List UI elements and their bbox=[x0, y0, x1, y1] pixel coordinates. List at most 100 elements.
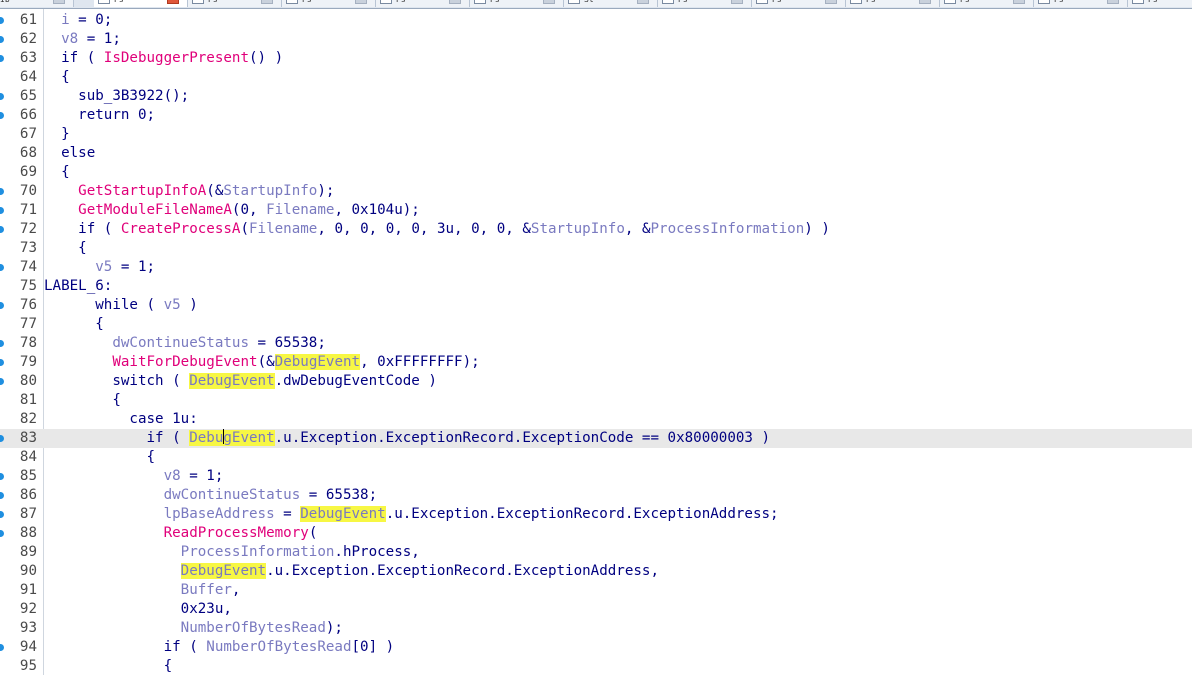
close-icon[interactable] bbox=[167, 0, 179, 4]
code-line[interactable]: 66 return 0; bbox=[0, 106, 1192, 125]
close-icon[interactable] bbox=[543, 0, 555, 4]
code-token: = 1; bbox=[112, 259, 156, 275]
tab-label: Ps bbox=[678, 0, 688, 4]
tab-6[interactable]: St bbox=[564, 0, 658, 7]
code-token: while ( bbox=[44, 297, 164, 313]
tab-10[interactable]: Ps bbox=[940, 0, 1034, 7]
pseudocode-tab-icon bbox=[756, 0, 768, 4]
tab-5[interactable]: Ps bbox=[470, 0, 564, 7]
code-line[interactable]: 95 { bbox=[0, 657, 1192, 676]
close-icon[interactable] bbox=[449, 0, 461, 4]
line-number: 75 bbox=[19, 278, 37, 294]
code-line[interactable]: 90 DebugEvent.u.Exception.ExceptionRecor… bbox=[0, 562, 1192, 581]
code-line[interactable]: 82 case 1u: bbox=[0, 410, 1192, 429]
close-icon[interactable] bbox=[731, 0, 743, 4]
code-line[interactable]: 89 ProcessInformation.hProcess, bbox=[0, 543, 1192, 562]
tab-9[interactable]: Ps bbox=[846, 0, 940, 7]
code-line[interactable]: 67 } bbox=[0, 125, 1192, 144]
code-line[interactable]: 85 v8 = 1; bbox=[0, 467, 1192, 486]
code-token: , & bbox=[624, 221, 651, 237]
code-line[interactable]: 70 GetStartupInfoA(&StartupInfo); bbox=[0, 182, 1192, 201]
code-line[interactable]: 87 lpBaseAddress = DebugEvent.u.Exceptio… bbox=[0, 505, 1192, 524]
function-token: IsDebuggerPresent bbox=[103, 50, 250, 66]
code-line[interactable]: 76 while ( v5 ) bbox=[0, 296, 1192, 315]
code-token: if ( bbox=[44, 430, 190, 446]
pseudocode-tab-icon bbox=[474, 0, 486, 4]
code-line[interactable]: 78 dwContinueStatus = 65538; bbox=[0, 334, 1192, 353]
tab-7[interactable]: Ps bbox=[658, 0, 752, 7]
tab-3[interactable]: Ps bbox=[282, 0, 376, 7]
code-line[interactable]: 65 sub_3B3922(); bbox=[0, 87, 1192, 106]
code-line[interactable]: 80 switch ( DebugEvent.dwDebugEventCode … bbox=[0, 372, 1192, 391]
code-text: lpBaseAddress = DebugEvent.u.Exception.E… bbox=[44, 505, 779, 524]
code-token: = bbox=[274, 506, 301, 522]
tab-label: St bbox=[584, 0, 594, 4]
close-icon[interactable] bbox=[637, 0, 649, 4]
close-icon[interactable] bbox=[261, 0, 273, 4]
code-token: = 0; bbox=[69, 12, 113, 28]
code-line[interactable]: 68 else bbox=[0, 144, 1192, 163]
code-line[interactable]: 77 { bbox=[0, 315, 1192, 334]
code-token: 0x23u, bbox=[44, 601, 232, 617]
code-line[interactable]: 69 { bbox=[0, 163, 1192, 182]
line-number: 68 bbox=[19, 145, 37, 161]
code-token: ); bbox=[317, 183, 335, 199]
code-line[interactable]: 86 dwContinueStatus = 65538; bbox=[0, 486, 1192, 505]
close-icon[interactable] bbox=[355, 0, 367, 4]
tab-8[interactable]: Ps bbox=[752, 0, 846, 7]
code-line[interactable]: 62 v8 = 1; bbox=[0, 30, 1192, 49]
code-line[interactable]: 92 0x23u, bbox=[0, 600, 1192, 619]
line-number: 79 bbox=[19, 354, 37, 370]
close-icon[interactable] bbox=[919, 0, 931, 4]
code-line[interactable]: 64 { bbox=[0, 68, 1192, 87]
identifier-token: v8 bbox=[61, 31, 79, 47]
code-line[interactable]: 72 if ( CreateProcessA(Filename, 0, 0, 0… bbox=[0, 220, 1192, 239]
line-number: 73 bbox=[19, 240, 37, 256]
code-line[interactable]: 73 { bbox=[0, 239, 1192, 258]
pseudocode-tab-icon bbox=[568, 0, 580, 4]
close-icon[interactable] bbox=[1013, 0, 1025, 4]
code-line[interactable]: 63 if ( IsDebuggerPresent() ) bbox=[0, 49, 1192, 68]
code-line[interactable]: 74 v5 = 1; bbox=[0, 258, 1192, 277]
close-icon[interactable] bbox=[825, 0, 837, 4]
tab-2[interactable]: Ps bbox=[188, 0, 282, 7]
code-line[interactable]: 79 WaitForDebugEvent(&DebugEvent, 0xFFFF… bbox=[0, 353, 1192, 372]
code-line[interactable]: 84 { bbox=[0, 448, 1192, 467]
identifier-token: v5 bbox=[163, 297, 181, 313]
code-line[interactable]: 81 { bbox=[0, 391, 1192, 410]
pseudocode-editor[interactable]: 61 i = 0; 62 v8 = 1; 63 if ( IsDebuggerPre… bbox=[0, 9, 1192, 675]
code-text: { bbox=[44, 163, 70, 182]
code-token: switch ( bbox=[44, 373, 190, 389]
code-line[interactable]: 88 ReadProcessMemory( bbox=[0, 524, 1192, 543]
close-icon[interactable] bbox=[1107, 0, 1119, 4]
tab-0[interactable]: Ib bbox=[0, 0, 74, 7]
close-icon[interactable] bbox=[53, 0, 65, 4]
tab-4[interactable]: Ps bbox=[376, 0, 470, 7]
code-token: return 0; bbox=[44, 107, 156, 123]
code-line[interactable]: 75 LABEL_6: bbox=[0, 277, 1192, 296]
code-token: .hProcess, bbox=[334, 544, 420, 560]
tab-label: Ps bbox=[1054, 0, 1064, 4]
code-line[interactable]: 71 GetModuleFileNameA(0, Filename, 0x104… bbox=[0, 201, 1192, 220]
line-number: 93 bbox=[19, 620, 37, 636]
tab-11[interactable]: Ps bbox=[1034, 0, 1128, 7]
highlighted-token: DebugEvent bbox=[274, 354, 361, 370]
line-number: 67 bbox=[19, 126, 37, 142]
tab-1[interactable]: Ps bbox=[94, 0, 188, 7]
line-number: 77 bbox=[19, 316, 37, 332]
tab-12[interactable]: Ps bbox=[1128, 0, 1192, 7]
code-line[interactable]: 93 NumberOfBytesRead); bbox=[0, 619, 1192, 638]
code-line[interactable]: 83 if ( DebugEvent.u.Exception.Exception… bbox=[0, 429, 1192, 448]
code-text: v5 = 1; bbox=[44, 258, 155, 277]
code-line[interactable]: 91 Buffer, bbox=[0, 581, 1192, 600]
line-number: 94 bbox=[19, 639, 37, 655]
line-number: 72 bbox=[19, 221, 37, 237]
code-text: v8 = 1; bbox=[44, 467, 224, 486]
code-text: if ( CreateProcessA(Filename, 0, 0, 0, 0… bbox=[44, 220, 830, 239]
code-text: GetStartupInfoA(&StartupInfo); bbox=[44, 182, 334, 201]
code-line[interactable]: 94 if ( NumberOfBytesRead[0] ) bbox=[0, 638, 1192, 657]
code-text: { bbox=[44, 391, 121, 410]
line-number: 80 bbox=[19, 373, 37, 389]
code-line[interactable]: 61 i = 0; bbox=[0, 11, 1192, 30]
code-text: DebugEvent.u.Exception.ExceptionRecord.E… bbox=[44, 562, 659, 581]
